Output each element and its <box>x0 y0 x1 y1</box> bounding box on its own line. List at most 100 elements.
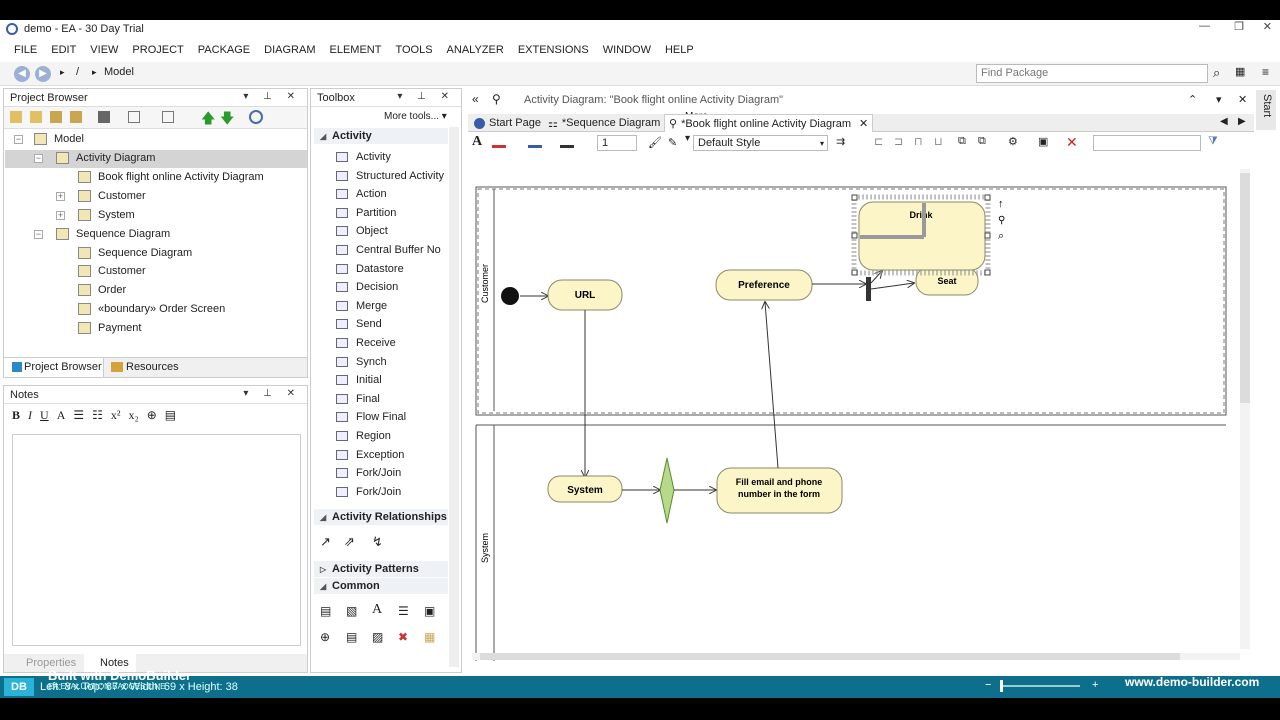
align-left-icon[interactable]: ⊏ <box>874 135 883 148</box>
menu-diagram[interactable]: DIAGRAM <box>264 44 315 56</box>
bring-front-icon[interactable]: ⧉ <box>958 135 966 148</box>
filter-icon[interactable]: ⧩ <box>1208 135 1218 148</box>
notes-controls-icon[interactable]: ▾ ⊥ ✕ <box>243 388 301 399</box>
menu-file[interactable]: FILE <box>14 44 37 56</box>
toolbox-item-activity[interactable]: Activity <box>314 148 448 166</box>
pen-icon[interactable]: ✎ <box>668 136 677 149</box>
toolbox-item-final[interactable]: Final <box>314 390 448 408</box>
toolbox-section-patterns[interactable]: ▷ Activity Patterns <box>314 561 448 577</box>
flow-fill-preference[interactable] <box>765 302 779 469</box>
zoom-slider[interactable] <box>1000 685 1080 687</box>
side-tab-start[interactable]: Start <box>1256 90 1276 130</box>
bullet-list-icon[interactable]: ☰ <box>73 408 84 422</box>
quick-link-tag-icon[interactable]: ⚲ <box>998 215 1005 226</box>
toolbox-item-datastore[interactable]: Datastore <box>314 260 448 278</box>
document-icon[interactable]: ▤ <box>346 630 357 644</box>
vertical-scroll-thumb[interactable] <box>1240 173 1250 403</box>
new-element-icon[interactable] <box>70 111 82 123</box>
line-color-icon[interactable] <box>528 136 542 148</box>
tab-sequence-diagram[interactable]: ⚏ *Sequence Diagram <box>544 114 664 132</box>
tab-start-page[interactable]: Start Page <box>470 114 545 132</box>
zoom-slider-thumb[interactable] <box>1000 680 1003 692</box>
toolbox-item-fork-join[interactable]: Fork/Join <box>314 464 448 482</box>
zoom-out-icon[interactable]: − <box>985 679 991 691</box>
toolbox-item-synch[interactable]: Synch <box>314 353 448 371</box>
new-package-icon[interactable] <box>30 111 42 123</box>
tab-next-icon[interactable]: ▶ <box>1238 116 1246 127</box>
toolbox-item-send[interactable]: Send <box>314 315 448 333</box>
tree-item[interactable]: Payment <box>78 322 141 334</box>
menu-extensions[interactable]: EXTENSIONS <box>518 44 589 56</box>
text-format-icon[interactable]: A <box>472 134 482 150</box>
toolbox-section-activity[interactable]: ◢ Activity <box>314 128 448 144</box>
image-icon[interactable]: ▨ <box>372 630 383 644</box>
hamburger-icon[interactable]: ≡ <box>1262 65 1269 79</box>
menu-analyzer[interactable]: ANALYZER <box>447 44 504 56</box>
list-icon[interactable]: ☰ <box>398 604 409 618</box>
new-diagram-icon[interactable] <box>50 111 62 123</box>
tree-item[interactable]: Sequence Diagram <box>78 247 192 259</box>
superscript-icon[interactable]: x² <box>111 408 121 422</box>
collapse-up-icon[interactable]: ⌃ <box>1188 93 1197 106</box>
toolbox-item-decision[interactable]: Decision <box>314 278 448 296</box>
menu-element[interactable]: ELEMENT <box>329 44 381 56</box>
tree-expander-icon[interactable]: − <box>34 230 43 239</box>
tree-item[interactable]: System <box>78 209 135 221</box>
minimize-icon[interactable]: — <box>1199 20 1210 32</box>
send-back-icon[interactable]: ⧉ <box>978 135 986 148</box>
menu-window[interactable]: WINDOW <box>603 44 651 56</box>
diagram-canvas[interactable]: Customer System URL Preference Seat Drin… <box>468 153 1254 661</box>
text-icon[interactable]: A <box>372 602 382 618</box>
toolbox-item-exception[interactable]: Exception <box>314 446 448 464</box>
hyperlink-icon[interactable]: ⊕ <box>147 408 157 422</box>
collapse-icon[interactable]: « <box>472 92 479 106</box>
tab-resources[interactable]: Resources <box>126 361 179 373</box>
menu-tools[interactable]: TOOLS <box>395 44 432 56</box>
toolbox-item-merge[interactable]: Merge <box>314 297 448 315</box>
dropdown-icon[interactable]: ▾ <box>1216 93 1222 106</box>
find-package-input[interactable]: Find Package <box>976 64 1208 83</box>
fill-color-icon[interactable] <box>492 136 506 148</box>
toolbox-controls-icon[interactable]: ▾ ⊥ ✕ <box>397 91 455 102</box>
toolbox-item-region[interactable]: Region <box>314 427 448 445</box>
toolbox-item-flow-final[interactable]: Flow Final <box>314 408 448 426</box>
package-icon[interactable]: ▦ <box>424 630 435 644</box>
line-style-icon[interactable] <box>560 136 574 148</box>
tree-item[interactable]: Sequence Diagram <box>56 228 170 240</box>
zoom-icon[interactable]: ⌕ <box>998 230 1004 242</box>
numbered-list-icon[interactable]: ☷ <box>92 408 103 422</box>
toolbox-item-initial[interactable]: Initial <box>314 371 448 389</box>
toolbox-item-partition[interactable]: Partition <box>314 204 448 222</box>
nav-arrow-icon[interactable]: ▸ <box>60 67 65 78</box>
new-model-icon[interactable] <box>10 111 22 123</box>
document-icon[interactable]: ▤ <box>165 408 176 422</box>
menu-project[interactable]: PROJECT <box>132 44 183 56</box>
tab-activity-diagram[interactable]: ⚲ *Book flight online Activity Diagram ✕ <box>664 114 874 132</box>
move-up-icon[interactable]: 🡅 <box>201 108 215 132</box>
align-bottom-icon[interactable]: ⊔ <box>934 135 943 148</box>
artifact-icon[interactable]: ▧ <box>346 604 357 618</box>
close-diagram-icon[interactable]: ✕ <box>1238 93 1247 106</box>
italic-icon[interactable]: I <box>28 408 32 422</box>
toolbox-item-action[interactable]: Action <box>314 185 448 203</box>
toolbox-item-structured-activity[interactable]: Structured Activity <box>314 167 448 185</box>
toolbox-item-object[interactable]: Object <box>314 222 448 240</box>
binoculars-icon[interactable] <box>98 111 110 123</box>
horizontal-scroll-thumb[interactable] <box>480 653 1180 660</box>
style-select[interactable]: Default Style ▾ <box>693 135 828 151</box>
locate-icon[interactable] <box>249 110 263 124</box>
search-icon[interactable]: ⌕ <box>1213 65 1220 81</box>
tree-item[interactable]: Order <box>78 284 126 296</box>
tree-item[interactable]: «boundary» Order Screen <box>78 303 225 315</box>
flow-fork-seat[interactable] <box>870 283 914 290</box>
tree-item[interactable]: Activity Diagram <box>56 152 155 164</box>
document-icon[interactable] <box>128 111 140 123</box>
list-icon[interactable] <box>162 111 174 123</box>
tab-prev-icon[interactable]: ◀ <box>1220 116 1228 127</box>
quick-link-arrow-icon[interactable]: ↑ <box>998 198 1004 210</box>
line-width-field[interactable]: 1 <box>597 135 637 151</box>
font-color-icon[interactable]: A <box>57 408 66 422</box>
initial-node[interactable] <box>501 287 519 305</box>
move-down-icon[interactable]: 🡇 <box>220 108 234 132</box>
forward-icon[interactable]: ▶ <box>35 66 51 82</box>
